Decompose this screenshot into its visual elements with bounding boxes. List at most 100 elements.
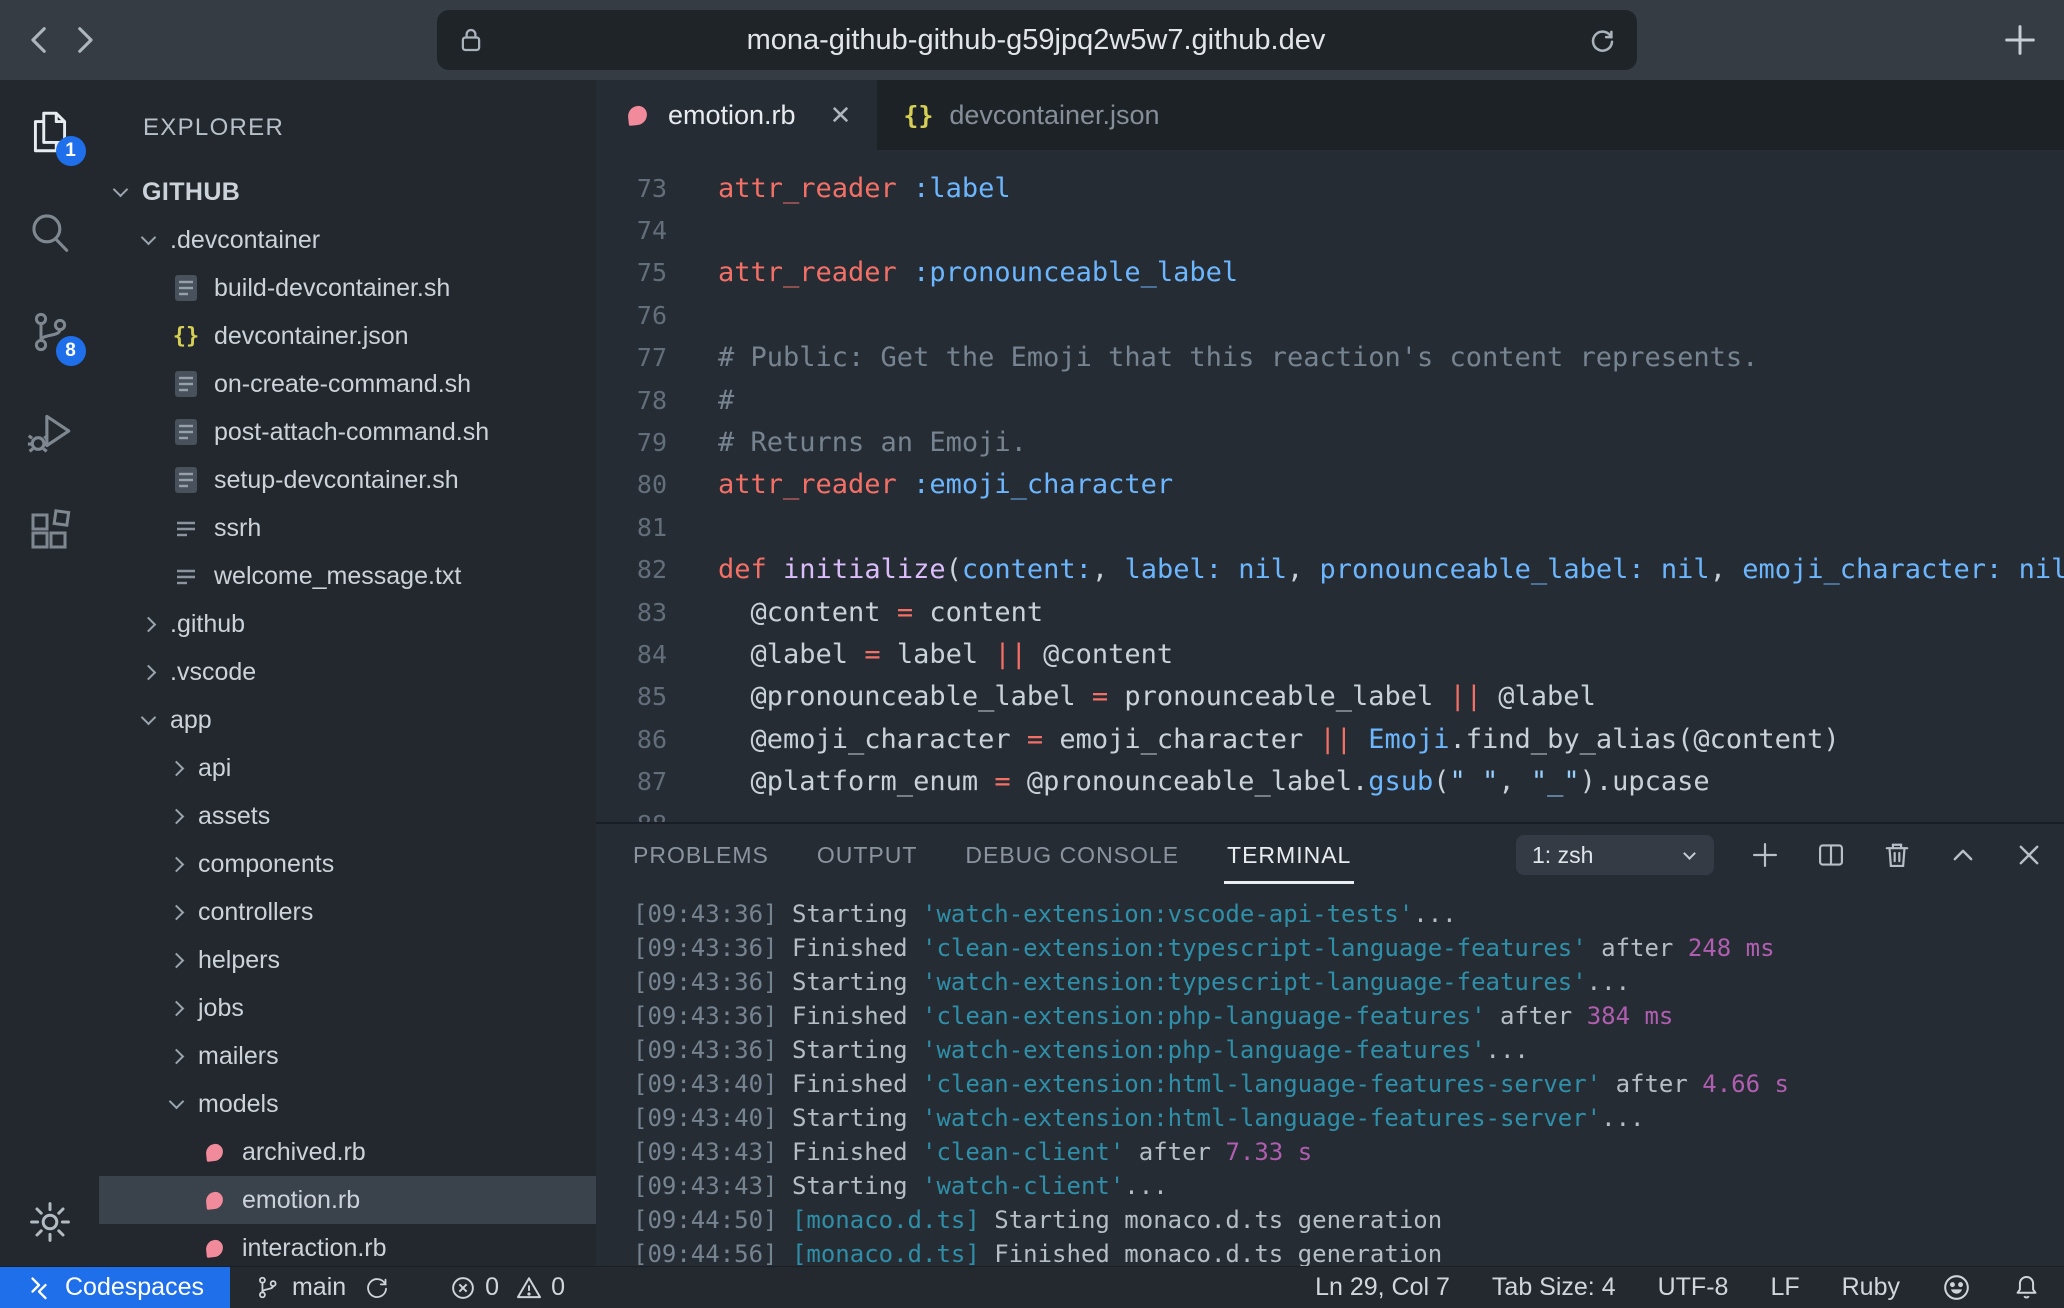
activity-settings-button[interactable] (22, 1194, 78, 1250)
text-segment: [09:43:36] (633, 1036, 792, 1064)
tree-item-models[interactable]: models (99, 1080, 596, 1128)
text-segment: after (1486, 1002, 1587, 1030)
maximize-panel-icon[interactable] (1948, 840, 1978, 870)
code-line-83[interactable]: 83 @content = content (596, 591, 2064, 633)
activity-run-debug-button[interactable] (22, 404, 78, 460)
tree-item-controllers[interactable]: controllers (99, 888, 596, 936)
code-line-87[interactable]: 87 @platform_enum = @pronounceable_label… (596, 760, 2064, 802)
address-bar[interactable]: mona-github-github-g59jpq2w5w7.github.de… (437, 10, 1637, 70)
eol-indicator[interactable]: LF (1770, 1273, 1799, 1302)
tab-devcontainer-json[interactable]: {} devcontainer.json (877, 80, 1185, 150)
code-line-88[interactable]: 88 (596, 803, 2064, 822)
tree-item-vscode[interactable]: .vscode (99, 648, 596, 696)
text-segment: 'clean-extension:php-language-features' (922, 1002, 1486, 1030)
activity-source-control-button[interactable]: 8 (22, 304, 78, 360)
tree-item-assets[interactable]: assets (99, 792, 596, 840)
tab-label: devcontainer.json (949, 100, 1159, 131)
text-segment: ... (1587, 968, 1630, 996)
activity-extensions-button[interactable] (22, 504, 78, 560)
code-line-76[interactable]: 76 (596, 294, 2064, 336)
tree-item-post-attach-command-sh[interactable]: post-attach-command.sh (99, 408, 596, 456)
close-panel-icon[interactable] (2014, 840, 2044, 870)
code-editor[interactable]: 73attr_reader :label7475attr_reader :pro… (596, 150, 2064, 822)
code-line-81[interactable]: 81 (596, 506, 2064, 548)
explorer-sidebar: EXPLORER GITHUB.devcontainerbuild-devcon… (99, 80, 596, 1266)
tree-item-helpers[interactable]: helpers (99, 936, 596, 984)
text-segment: # (718, 385, 734, 416)
kill-terminal-icon[interactable] (1882, 840, 1912, 870)
browser-back-button[interactable] (18, 18, 62, 62)
notifications-bell-icon[interactable] (2013, 1273, 2040, 1302)
tree-item-app[interactable]: app (99, 696, 596, 744)
tree-item-mailers[interactable]: mailers (99, 1032, 596, 1080)
feedback-smiley-icon[interactable] (1942, 1273, 1971, 1302)
code-line-73[interactable]: 73attr_reader :label (596, 167, 2064, 209)
code-text: # Public: Get the Emoji that this reacti… (718, 342, 1758, 373)
tree-item-setup-devcontainer-sh[interactable]: setup-devcontainer.sh (99, 456, 596, 504)
code-line-75[interactable]: 75attr_reader :pronounceable_label (596, 252, 2064, 294)
problems-status-item[interactable]: 0 0 (450, 1273, 565, 1302)
code-line-79[interactable]: 79# Returns an Emoji. (596, 421, 2064, 463)
new-tab-button[interactable] (2000, 20, 2040, 60)
tree-item-build-devcontainer-sh[interactable]: build-devcontainer.sh (99, 264, 596, 312)
tab-size[interactable]: Tab Size: 4 (1492, 1273, 1616, 1302)
activity-search-button[interactable] (22, 204, 78, 260)
code-line-78[interactable]: 78# (596, 379, 2064, 421)
codespaces-status-button[interactable]: Codespaces (0, 1267, 230, 1308)
cursor-position[interactable]: Ln 29, Col 7 (1315, 1273, 1450, 1302)
code-line-74[interactable]: 74 (596, 209, 2064, 251)
text-segment: @content (718, 597, 897, 628)
text-segment: = (864, 639, 880, 670)
code-line-80[interactable]: 80attr_reader :emoji_character (596, 464, 2064, 506)
tab-emotion-rb[interactable]: emotion.rb ✕ (596, 80, 877, 150)
panel-tab-debug-console[interactable]: DEBUG CONSOLE (965, 842, 1179, 869)
text-segment (767, 554, 783, 585)
panel-tab-terminal[interactable]: TERMINAL (1227, 842, 1351, 869)
close-icon[interactable]: ✕ (830, 100, 852, 131)
tree-item-emotion-rb[interactable]: emotion.rb (99, 1176, 596, 1224)
text-segment: Starting (792, 900, 922, 928)
code-line-85[interactable]: 85 @pronounceable_label = pronounceable_… (596, 676, 2064, 718)
tree-item-components[interactable]: components (99, 840, 596, 888)
text-segment: ... (1486, 1036, 1529, 1064)
tree-item-archived-rb[interactable]: archived.rb (99, 1128, 596, 1176)
terminal-output[interactable]: [09:43:36] Starting 'watch-extension:vsc… (596, 886, 2064, 1274)
tree-item-on-create-command-sh[interactable]: on-create-command.sh (99, 360, 596, 408)
chevron-down-icon (113, 182, 129, 198)
text-segment: label: (1124, 554, 1222, 585)
tree-item-devcontainer-json[interactable]: {}devcontainer.json (99, 312, 596, 360)
terminal-select[interactable]: 1: zsh (1516, 835, 1714, 875)
text-segment: attr_reader (718, 173, 897, 204)
code-line-82[interactable]: 82def initialize(content:, label: nil, p… (596, 549, 2064, 591)
text-segment (1352, 724, 1368, 755)
tree-item-github[interactable]: GITHUB (99, 168, 596, 216)
reload-icon[interactable] (1587, 25, 1617, 55)
language-mode[interactable]: Ruby (1842, 1273, 1900, 1302)
split-terminal-icon[interactable] (1816, 840, 1846, 870)
json-file-icon: {} (903, 101, 933, 130)
branch-status-item[interactable]: main (254, 1273, 390, 1302)
code-line-86[interactable]: 86 @emoji_character = emoji_character ||… (596, 718, 2064, 760)
tree-item-ssrh[interactable]: ssrh (99, 504, 596, 552)
ruby-file-icon (622, 106, 652, 125)
activity-explorer-button[interactable]: 1 (22, 104, 78, 160)
code-line-84[interactable]: 84 @label = label || @content (596, 633, 2064, 675)
tree-item-welcome-message-txt[interactable]: welcome_message.txt (99, 552, 596, 600)
shell-file-icon (171, 418, 201, 446)
tree-item-api[interactable]: api (99, 744, 596, 792)
tree-item-github[interactable]: .github (99, 600, 596, 648)
line-number: 77 (596, 343, 667, 372)
panel-tab-problems[interactable]: PROBLEMS (633, 842, 769, 869)
tree-item-devcontainer[interactable]: .devcontainer (99, 216, 596, 264)
chevron-right-icon (169, 1000, 185, 1016)
code-line-77[interactable]: 77 # Public: Get the Emoji that this reac… (596, 337, 2064, 379)
panel-tab-output[interactable]: OUTPUT (817, 842, 918, 869)
encoding[interactable]: UTF-8 (1658, 1273, 1729, 1302)
terminal-line-4: [09:43:36] Finished 'clean-extension:php… (633, 1002, 2064, 1036)
text-segment: @platform_enum (718, 766, 994, 797)
sidebar-title: EXPLORER (99, 80, 596, 142)
browser-forward-button[interactable] (62, 18, 106, 62)
new-terminal-icon[interactable] (1750, 840, 1780, 870)
tree-item-interaction-rb[interactable]: interaction.rb (99, 1224, 596, 1266)
tree-item-jobs[interactable]: jobs (99, 984, 596, 1032)
